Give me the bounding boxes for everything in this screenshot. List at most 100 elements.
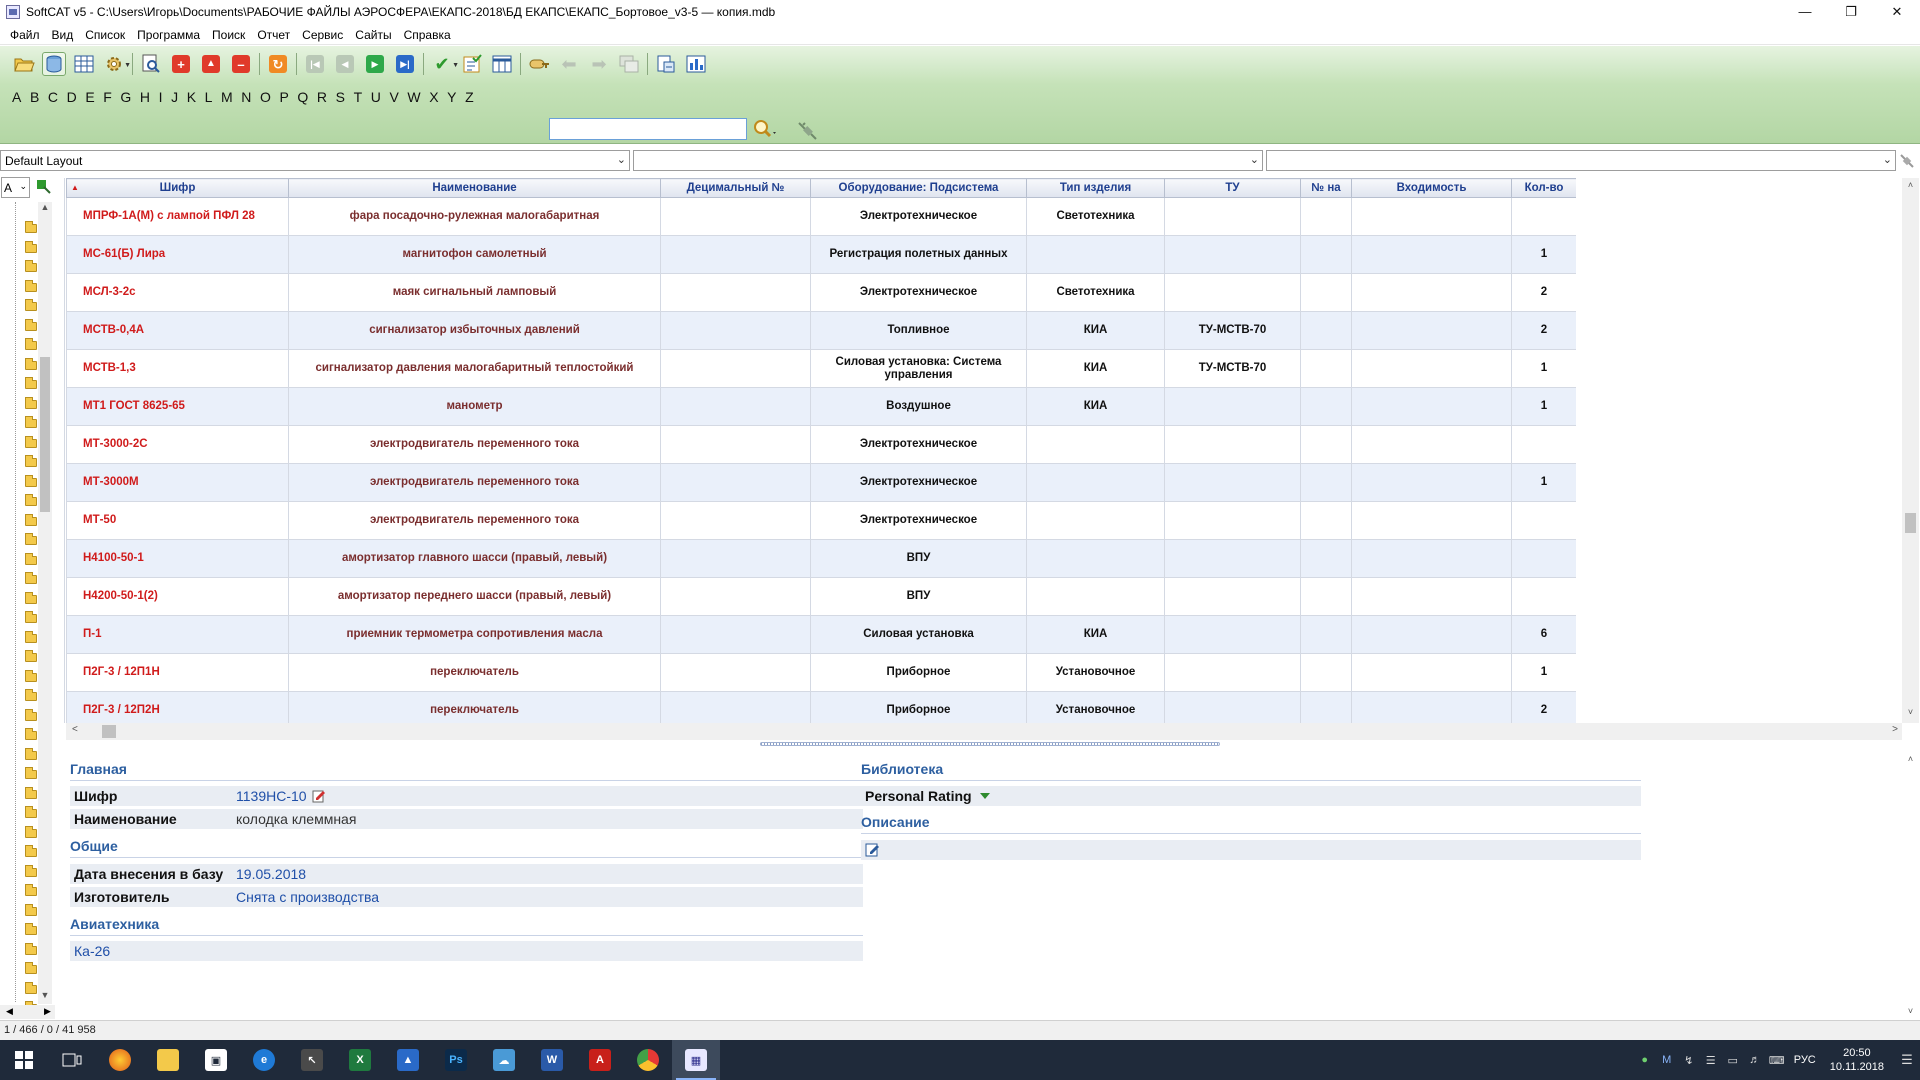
cell-inclusion[interactable] bbox=[1351, 653, 1512, 692]
tree-folder-icon[interactable] bbox=[25, 396, 37, 409]
alpha-letter[interactable]: E bbox=[85, 89, 94, 105]
bluetooth-icon[interactable]: ↯ bbox=[1678, 1049, 1700, 1071]
table-row[interactable]: МПРФ-1А(М) с лампой ПФЛ 28 фара посадочн… bbox=[66, 197, 1576, 236]
alpha-letter[interactable]: H bbox=[140, 89, 150, 105]
cell-type[interactable]: КИА bbox=[1026, 311, 1165, 350]
detail-scrollbar[interactable]: ˄ ˅ bbox=[1902, 750, 1919, 1018]
tree-folder-icon[interactable] bbox=[25, 416, 37, 428]
col-header-code[interactable]: ▲ Шифр bbox=[66, 178, 289, 198]
tree-folder-icon[interactable] bbox=[25, 572, 37, 584]
cell-number[interactable] bbox=[1300, 501, 1352, 540]
checklist-button[interactable] bbox=[460, 52, 484, 76]
taskbar-app-cloud[interactable]: ☁ bbox=[480, 1040, 528, 1080]
cell-code[interactable]: МТ-50 bbox=[66, 501, 289, 540]
clear-search-button[interactable] bbox=[795, 119, 819, 141]
tree-folder-icon[interactable] bbox=[25, 435, 37, 448]
cell-code[interactable]: МТ-3000М bbox=[66, 463, 289, 502]
cell-decimal[interactable] bbox=[660, 235, 811, 274]
cell-decimal[interactable] bbox=[660, 273, 811, 312]
cell-type[interactable]: КИА bbox=[1026, 615, 1165, 654]
cell-tu[interactable] bbox=[1164, 463, 1301, 502]
cell-name[interactable]: электродвигатель переменного тока bbox=[288, 463, 661, 502]
taskbar-excel[interactable]: X bbox=[336, 1040, 384, 1080]
cell-number[interactable] bbox=[1300, 311, 1352, 350]
tree-folder-icon[interactable] bbox=[25, 552, 37, 565]
cell-subsystem[interactable]: Силовая установка: Система управления bbox=[810, 349, 1027, 388]
prev-record-button[interactable]: ◀ bbox=[333, 52, 357, 76]
taskbar-firefox[interactable] bbox=[96, 1040, 144, 1080]
edit-note-icon[interactable] bbox=[865, 842, 881, 858]
cell-code[interactable]: П2Г-3 / 12П2Н bbox=[66, 691, 289, 723]
layout-select[interactable]: Default Layout ⌄ bbox=[0, 150, 630, 171]
cell-tu[interactable] bbox=[1164, 425, 1301, 464]
menu-help[interactable]: Справка bbox=[398, 28, 457, 42]
taskbar-softcat[interactable]: ▦ bbox=[672, 1040, 720, 1080]
tree-folder-icon[interactable] bbox=[25, 825, 37, 838]
alpha-letter[interactable]: M bbox=[221, 89, 233, 105]
cell-subsystem[interactable]: Электротехническое bbox=[810, 425, 1027, 464]
alpha-letter[interactable]: A bbox=[12, 89, 21, 105]
cell-name[interactable]: амортизатор главного шасси (правый, левы… bbox=[288, 539, 661, 578]
menu-service[interactable]: Сервис bbox=[296, 28, 349, 42]
check-button[interactable]: ✔ ▼ bbox=[430, 52, 459, 76]
tree-folder-icon[interactable] bbox=[25, 942, 37, 955]
cell-decimal[interactable] bbox=[660, 539, 811, 578]
export-button[interactable] bbox=[654, 52, 678, 76]
scroll-left-icon[interactable]: ˂ bbox=[72, 724, 78, 735]
cell-tu[interactable] bbox=[1164, 615, 1301, 654]
cell-tu[interactable]: ТУ-МСТВ-70 bbox=[1164, 311, 1301, 350]
keyboard-icon[interactable]: ⌨ bbox=[1766, 1049, 1788, 1071]
scroll-right-icon[interactable]: ▶ bbox=[44, 1006, 51, 1017]
menu-search[interactable]: Поиск bbox=[206, 28, 251, 42]
minimize-button[interactable]: — bbox=[1782, 0, 1828, 23]
cell-code[interactable]: МТ-3000-2С bbox=[66, 425, 289, 464]
cell-number[interactable] bbox=[1300, 577, 1352, 616]
cell-type[interactable]: КИА bbox=[1026, 349, 1165, 388]
cell-tu[interactable] bbox=[1164, 653, 1301, 692]
cell-subsystem[interactable]: Регистрация полетных данных bbox=[810, 235, 1027, 274]
tree-folder-icon[interactable] bbox=[25, 689, 37, 701]
open-database-button[interactable] bbox=[12, 52, 36, 76]
taskbar-word[interactable]: W bbox=[528, 1040, 576, 1080]
close-button[interactable]: ✕ bbox=[1874, 0, 1920, 23]
cell-tu[interactable] bbox=[1164, 501, 1301, 540]
cell-inclusion[interactable] bbox=[1351, 463, 1512, 502]
menu-list[interactable]: Список bbox=[79, 28, 131, 42]
col-header-tu[interactable]: ТУ bbox=[1164, 178, 1301, 198]
cell-qty[interactable]: 1 bbox=[1511, 653, 1576, 692]
tree-folder-icon[interactable] bbox=[25, 708, 37, 721]
cell-decimal[interactable] bbox=[660, 197, 811, 236]
clear-filter-button[interactable] bbox=[1898, 152, 1916, 170]
language-indicator[interactable]: РУС bbox=[1794, 1054, 1816, 1066]
preview-button[interactable] bbox=[139, 52, 163, 76]
add-record-button[interactable]: + bbox=[169, 52, 193, 76]
task-view-button[interactable] bbox=[48, 1040, 96, 1080]
cell-inclusion[interactable] bbox=[1351, 539, 1512, 578]
cell-qty[interactable] bbox=[1511, 539, 1576, 578]
tree-folder-icon[interactable] bbox=[25, 806, 37, 818]
refresh-button[interactable]: ↻ bbox=[266, 52, 290, 76]
scroll-up-icon[interactable]: ▲ bbox=[38, 202, 52, 216]
cell-type[interactable]: КИА bbox=[1026, 387, 1165, 426]
gmail-icon[interactable]: M bbox=[1656, 1049, 1678, 1071]
col-header-subsystem[interactable]: Оборудование: Подсистема bbox=[810, 178, 1027, 198]
menu-report[interactable]: Отчет bbox=[251, 28, 296, 42]
cell-name[interactable]: электродвигатель переменного тока bbox=[288, 501, 661, 540]
cell-subsystem[interactable]: Воздушное bbox=[810, 387, 1027, 426]
scroll-thumb[interactable] bbox=[40, 357, 50, 512]
cell-number[interactable] bbox=[1300, 273, 1352, 312]
cell-inclusion[interactable] bbox=[1351, 273, 1512, 312]
cell-code[interactable]: П-1 bbox=[66, 615, 289, 654]
cell-qty[interactable]: 6 bbox=[1511, 615, 1576, 654]
col-header-type[interactable]: Тип изделия bbox=[1026, 178, 1165, 198]
tree-folder-icon[interactable] bbox=[25, 221, 37, 233]
tree-folder-icon[interactable] bbox=[25, 357, 37, 370]
table-row[interactable]: МТ1 ГОСТ 8625-65 манометр Воздушное КИА … bbox=[66, 387, 1576, 426]
move-up-button[interactable]: ▲ bbox=[199, 52, 223, 76]
tree-refresh-button[interactable] bbox=[35, 178, 53, 196]
cell-type[interactable] bbox=[1026, 463, 1165, 502]
cell-decimal[interactable] bbox=[660, 691, 811, 723]
cell-decimal[interactable] bbox=[660, 387, 811, 426]
tree-folder-icon[interactable] bbox=[25, 377, 37, 389]
scroll-down-icon[interactable]: ˅ bbox=[1902, 1006, 1919, 1016]
